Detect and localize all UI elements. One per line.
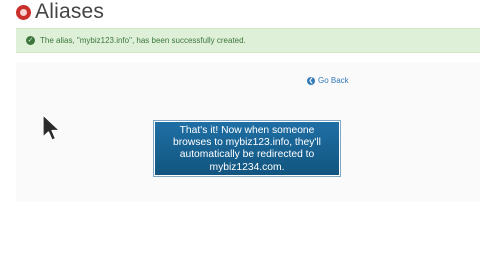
callout-line: mybiz1234.com. (209, 161, 285, 173)
go-back-link[interactable]: ❮ Go Back (307, 75, 349, 87)
app-logo-icon (16, 5, 31, 20)
success-alert: ✓ The alias, "mybiz123.info", has been s… (16, 28, 480, 53)
page-title: Aliases (35, 0, 105, 23)
callout-line: browses to mybiz123.info, they'll (173, 137, 321, 149)
go-back-label: Go Back (318, 76, 349, 85)
callout-line: automatically be redirected to (179, 149, 315, 161)
arrow-circle-left-icon: ❮ (307, 77, 315, 85)
mouse-pointer-icon (42, 114, 61, 141)
title-bar: Aliases (0, 0, 480, 28)
callout-line: That's it! Now when someone (179, 125, 315, 136)
tutorial-callout: That's it! Now when someone browses to m… (153, 120, 341, 177)
check-circle-icon: ✓ (26, 36, 35, 45)
alert-message: The alias, "mybiz123.info", has been suc… (40, 36, 246, 45)
